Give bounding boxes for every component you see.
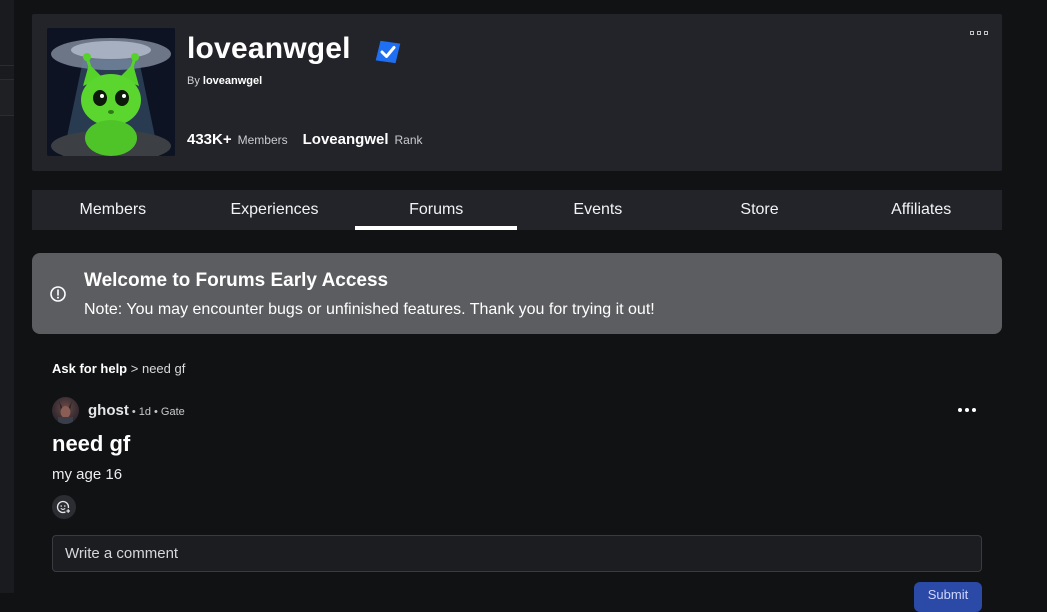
breadcrumb-current: need gf [141,361,186,376]
avatar-image [58,401,73,424]
group-owner-link[interactable]: loveanwgel [203,75,262,87]
members-label: Members [237,133,288,147]
post-author[interactable]: ghost [88,402,129,419]
tab-events[interactable]: Events [517,190,679,230]
add-reaction-button[interactable] [52,495,76,519]
more-icon[interactable] [970,31,990,37]
banner-title: Welcome to Forums Early Access [84,270,389,291]
post-tag: • Gate [153,406,185,418]
submit-button[interactable]: Submit [914,582,982,612]
rank-label: Rank [394,133,423,147]
info-icon [50,286,66,302]
group-avatar-image [47,28,175,156]
add-reaction-icon [56,500,72,514]
sidebar-divider [0,65,14,66]
group-header: loveanwgel By loveanwgel 433K+ Members L… [32,14,1002,171]
post-body: my age 16 [52,466,123,483]
tab-store[interactable]: Store [679,190,841,230]
tab-affiliates[interactable]: Affiliates [840,190,1002,230]
sidebar-item[interactable] [0,79,14,116]
tab-members[interactable]: Members [32,190,194,230]
members-count: 433K+ [187,131,232,148]
post-age: • 1d [131,406,151,418]
group-tabs: Members Experiences Forums Events Store … [32,190,1002,230]
group-avatar[interactable] [47,28,175,156]
left-sidebar-rail [0,0,14,593]
group-stats: 433K+ Members Loveangwel Rank [187,131,423,148]
verified-check-icon [375,40,401,64]
tab-forums[interactable]: Forums [355,190,517,230]
tab-experiences[interactable]: Experiences [194,190,356,230]
rank-value: Loveangwel [302,131,389,148]
post-meta: ghost • 1d • Gate [88,402,185,419]
group-owner-line: By loveanwgel [187,75,262,87]
breadcrumb: Ask for help > need gf [52,361,185,376]
by-label: By [187,75,200,87]
comment-input[interactable] [53,536,981,571]
group-name: loveanwgel [187,32,351,65]
post-title: need gf [52,431,131,456]
breadcrumb-separator: > [130,361,139,376]
banner-text: Note: You may encounter bugs or unfinish… [84,301,655,318]
comment-box [52,535,982,572]
avatar[interactable] [52,397,79,424]
more-icon[interactable] [958,408,978,414]
breadcrumb-category[interactable]: Ask for help [52,361,127,376]
early-access-banner: Welcome to Forums Early Access Note: You… [32,253,1002,334]
